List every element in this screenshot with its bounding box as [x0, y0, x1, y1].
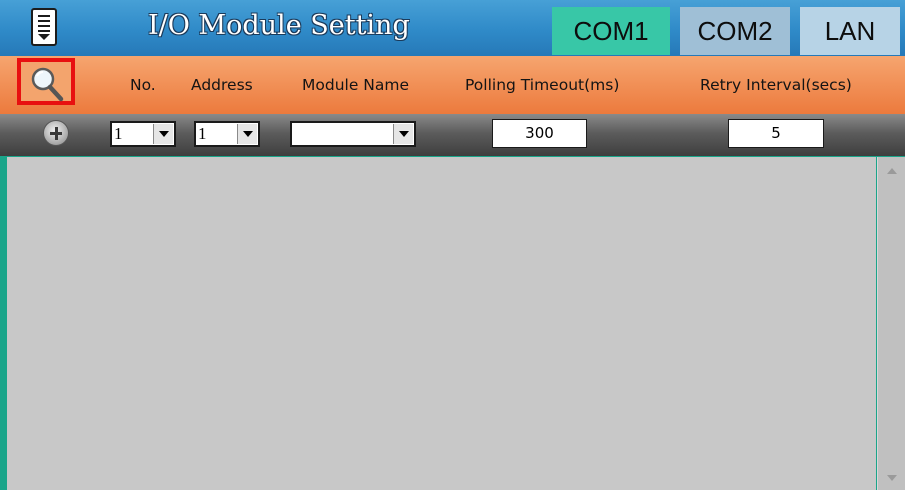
- column-header-retry-interval: Retry Interval(secs): [700, 76, 852, 94]
- column-header-module-name: Module Name: [302, 76, 410, 94]
- document-menu-icon[interactable]: [31, 8, 57, 46]
- address-select[interactable]: 1: [194, 121, 260, 147]
- module-name-select[interactable]: [290, 121, 416, 147]
- column-header-polling-timeout: Polling Timeout(ms): [465, 76, 620, 94]
- chevron-down-icon[interactable]: [393, 124, 413, 144]
- add-module-button[interactable]: [43, 120, 69, 146]
- chevron-down-icon[interactable]: [153, 124, 173, 144]
- no-select-value: 1: [114, 124, 123, 143]
- retry-interval-input[interactable]: 5: [728, 119, 824, 148]
- column-header-address: Address: [191, 76, 253, 94]
- tab-com1[interactable]: COM1: [552, 7, 670, 55]
- scroll-up-icon[interactable]: [882, 161, 902, 181]
- module-list-area: [7, 157, 876, 490]
- chevron-down-icon[interactable]: [237, 124, 257, 144]
- vertical-scrollbar[interactable]: [877, 157, 905, 490]
- polling-timeout-input[interactable]: 300: [492, 119, 587, 148]
- magnifier-icon: [31, 67, 64, 102]
- page-title: I/O Module Setting: [148, 10, 410, 41]
- address-select-value: 1: [198, 124, 207, 143]
- scroll-down-icon[interactable]: [882, 468, 902, 488]
- search-button[interactable]: [17, 58, 75, 105]
- tab-lan[interactable]: LAN: [800, 7, 900, 55]
- column-header-no: No.: [130, 76, 156, 94]
- tab-com2[interactable]: COM2: [680, 7, 790, 55]
- no-select[interactable]: 1: [110, 121, 176, 147]
